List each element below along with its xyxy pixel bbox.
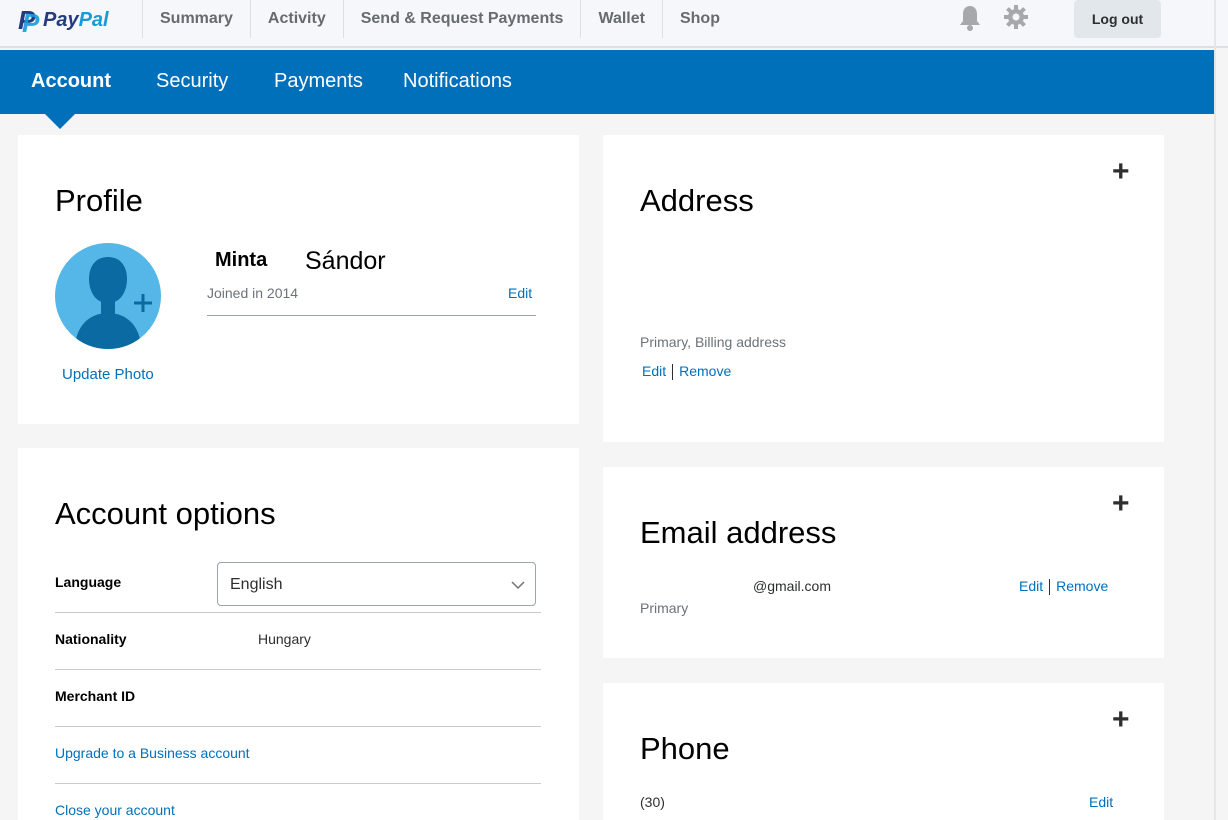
remove-address-link[interactable]: Remove [679,363,731,379]
account-options-card: Account options Language English Nationa… [18,448,579,820]
address-type: Primary, Billing address [640,334,787,350]
nav-summary[interactable]: Summary [142,0,250,38]
add-phone-icon[interactable]: + [1112,705,1130,735]
gear-icon[interactable] [1002,3,1030,31]
nationality-label: Nationality [55,631,127,647]
remove-email-link[interactable]: Remove [1056,578,1108,594]
nav-send-request-payments[interactable]: Send & Request Payments [342,0,581,38]
tab-notifications[interactable]: Notifications [403,50,512,114]
upgrade-business-link[interactable]: Upgrade to a Business account [55,745,250,761]
divider [207,315,536,316]
edit-address-link[interactable]: Edit [642,363,666,379]
edit-name-link[interactable]: Edit [508,285,532,301]
close-account-link[interactable]: Close your account [55,802,175,818]
chevron-down-icon [511,581,525,590]
language-select[interactable]: English [217,562,536,606]
first-name: Minta [215,249,268,271]
address-card: Address + Primary, Billing address Edit R… [603,135,1164,442]
active-tab-indicator [44,113,76,129]
main-nav: Summary Activity Send & Request Payments… [142,0,737,40]
edit-email-link[interactable]: Edit [1019,578,1043,594]
language-label: Language [55,574,122,590]
tab-security[interactable]: Security [156,50,228,114]
divider [55,669,541,670]
email-actions: Edit Remove [1019,578,1108,596]
divider [55,612,541,613]
nav-wallet[interactable]: Wallet [580,0,662,38]
update-photo-link[interactable]: Update Photo [62,366,154,383]
add-address-icon[interactable]: + [1112,157,1130,187]
paypal-logo-mark-icon: PP [18,5,40,38]
tab-payments[interactable]: Payments [274,50,363,114]
profile-card: Profile Update Photo Minta Sándor Joined… [18,135,579,424]
window-edge [1214,0,1216,820]
add-email-icon[interactable]: + [1112,489,1130,519]
merchant-id-label: Merchant ID [55,688,136,704]
address-title: Address [640,183,754,218]
email-status: Primary [640,600,689,616]
paypal-logo[interactable]: PP PayPal [18,5,109,38]
bell-icon[interactable] [957,4,983,32]
logout-button[interactable]: Log out [1074,0,1161,38]
divider [55,783,541,784]
nationality-value: Hungary [258,631,311,647]
settings-tabs: Account Security Payments Notifications [0,50,1215,114]
logo-text-pal: Pal [78,8,109,31]
nav-activity[interactable]: Activity [249,0,343,38]
language-value: English [230,576,283,593]
add-photo-icon [134,294,152,312]
tab-account[interactable]: Account [31,50,111,114]
joined-date: Joined in 2014 [207,285,299,301]
avatar[interactable] [55,243,161,349]
email-value: @gmail.com [753,578,832,594]
address-actions: Edit Remove [642,363,731,381]
last-name: Sándor [305,247,386,275]
logo-text-pay: Pay [43,8,79,31]
top-navigation-bar: PP PayPal Summary Activity Send & Reques… [0,0,1228,48]
email-card: Email address + @gmail.com Edit Remove Pr… [603,467,1164,658]
edit-phone-link[interactable]: Edit [1089,794,1113,810]
phone-title: Phone [640,731,730,766]
nav-shop[interactable]: Shop [661,0,737,38]
profile-title: Profile [55,183,143,218]
divider [1049,579,1051,596]
phone-card: Phone + (30) Edit [603,683,1164,820]
account-options-title: Account options [55,496,276,531]
email-title: Email address [640,515,837,550]
divider [672,364,674,381]
divider [55,726,541,727]
phone-value: (30) [640,794,665,810]
